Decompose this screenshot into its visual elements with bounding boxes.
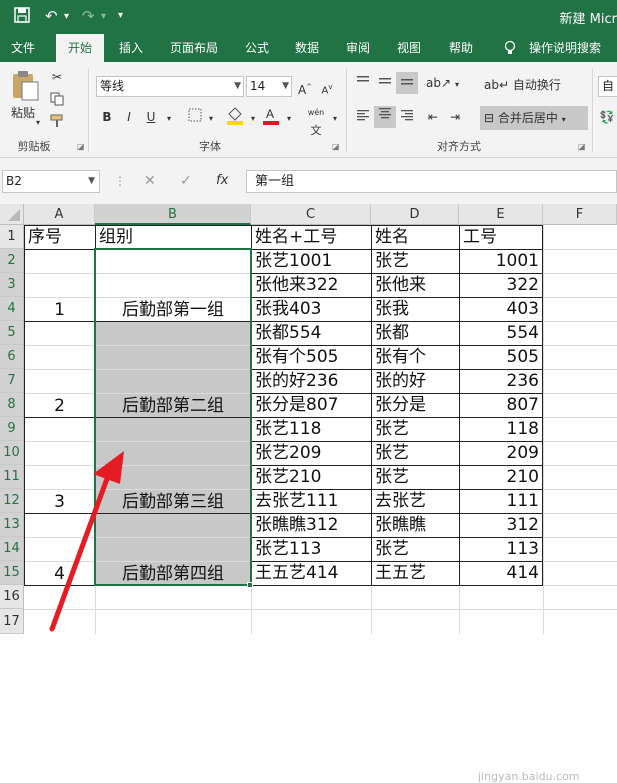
wrap-text-button[interactable]: ab↵ 自动换行: [484, 76, 561, 93]
alignment-group-label: 对齐方式: [437, 140, 481, 153]
insert-function-icon[interactable]: fx: [216, 173, 228, 188]
phonetic-label: wén: [307, 108, 325, 117]
italic-button[interactable]: I: [120, 108, 138, 126]
alignment-launcher-icon[interactable]: ◪: [578, 142, 586, 151]
fill-color-icon[interactable]: [226, 106, 244, 125]
tab-page-layout[interactable]: 页面布局: [160, 34, 228, 62]
tab-review[interactable]: 审阅: [337, 34, 379, 62]
tab-insert[interactable]: 插入: [108, 34, 154, 62]
align-top-icon[interactable]: [354, 74, 372, 92]
redo-icon[interactable]: ↷: [82, 7, 95, 25]
watermark: jingyan.baidu.com: [478, 770, 580, 783]
font-launcher-icon[interactable]: ◪: [332, 142, 340, 151]
font-name-combo[interactable]: 等线 ▼: [96, 76, 244, 97]
lightbulb-icon: [500, 34, 520, 62]
formula-bar-area: B2 ▼ ⋮ ✕ ✓ fx 第一组: [0, 158, 617, 204]
align-middle-icon[interactable]: [376, 74, 394, 92]
align-bottom-icon[interactable]: [396, 72, 418, 94]
clipboard-launcher-icon[interactable]: ◪: [77, 142, 85, 151]
tell-me-search[interactable]: 操作说明搜索: [524, 34, 606, 62]
paste-dropdown-icon[interactable]: ▾: [36, 118, 40, 127]
bold-button[interactable]: B: [98, 108, 116, 126]
phonetic-icon[interactable]: wén 文: [304, 104, 328, 137]
number-format-combo[interactable]: 自: [598, 76, 617, 97]
undo-icon[interactable]: ↶: [45, 7, 58, 25]
paste-button[interactable]: 粘贴: [11, 104, 35, 121]
undo-dropdown-icon[interactable]: ▾: [64, 11, 69, 22]
ribbon-home: 粘贴 ▾ ✂ 剪贴板 ◪ 等线 ▼ 14 ▼ A^ Av B I U ▾ ▾ ▾…: [0, 62, 617, 158]
redo-dropdown-icon[interactable]: ▾: [101, 11, 106, 22]
orientation-dropdown-icon[interactable]: ▾: [448, 76, 466, 94]
font-color-icon[interactable]: A: [262, 106, 280, 125]
chevron-down-icon: ▼: [234, 81, 241, 91]
group-divider: [346, 68, 347, 152]
orientation-icon[interactable]: ab↗: [426, 74, 451, 92]
copy-icon[interactable]: [48, 92, 66, 110]
group-divider: [88, 68, 89, 152]
wrap-text-label: 自动换行: [512, 78, 561, 92]
worksheet-grid[interactable]: A B C D E F 1 2 3 4 5 6 7 8 9 10 11 12 13 14 15 16 17 序号…: [0, 204, 617, 783]
tab-formulas[interactable]: 公式: [236, 34, 278, 62]
wrap-text-icon: ab↵: [484, 78, 510, 92]
name-box-value: B2: [6, 174, 22, 188]
name-box[interactable]: B2 ▼: [2, 170, 100, 193]
chevron-down-icon: ▼: [282, 81, 289, 91]
red-arrow-annotation: [49, 451, 124, 632]
number-format-value: 自: [602, 79, 615, 93]
merge-center-icon: ⊟: [484, 111, 495, 125]
underline-dropdown-icon[interactable]: ▾: [160, 110, 178, 128]
tab-data[interactable]: 数据: [286, 34, 328, 62]
font-name-value: 等线: [100, 79, 125, 93]
phonetic-dropdown-icon[interactable]: ▾: [326, 110, 344, 128]
tab-home[interactable]: 开始: [56, 34, 104, 62]
accounting-format-icon[interactable]: 💱: [598, 108, 616, 126]
app-title: 新建 Micr: [559, 12, 617, 27]
decrease-font-icon[interactable]: Av: [318, 78, 336, 96]
font-size-combo[interactable]: 14 ▼: [246, 76, 292, 97]
enter-icon[interactable]: ✓: [180, 173, 192, 189]
increase-indent-icon[interactable]: ⇥: [446, 108, 464, 126]
merge-center-button[interactable]: ⊟ 合并后居中 ▾: [480, 106, 588, 130]
font-color-dropdown-icon[interactable]: ▾: [280, 110, 298, 128]
align-left-icon[interactable]: [354, 108, 372, 126]
tab-file[interactable]: 文件: [0, 34, 46, 62]
align-right-icon[interactable]: [398, 108, 416, 126]
more-icon: ⋮: [114, 174, 126, 188]
increase-font-icon[interactable]: A^: [296, 78, 314, 97]
formula-input[interactable]: 第一组: [246, 170, 617, 193]
customize-quick-access-icon[interactable]: ▾: [118, 10, 123, 21]
save-icon[interactable]: [14, 7, 30, 27]
format-painter-icon[interactable]: [48, 114, 66, 132]
svg-text:A: A: [266, 107, 274, 121]
group-divider: [592, 68, 593, 152]
clipboard-group-label: 剪贴板: [17, 140, 51, 153]
font-size-value: 14: [250, 79, 266, 93]
merge-center-label: 合并后居中: [497, 111, 558, 125]
align-center-icon[interactable]: [374, 106, 396, 128]
font-group-label: 字体: [199, 140, 221, 153]
cut-icon[interactable]: ✂: [48, 68, 66, 86]
chevron-down-icon: ▼: [88, 176, 95, 186]
fill-color-dropdown-icon[interactable]: ▾: [244, 110, 262, 128]
merge-dropdown-icon: ▾: [561, 115, 566, 124]
cancel-icon[interactable]: ✕: [144, 173, 156, 189]
ribbon-tabs: 文件 开始 插入 页面布局 公式 数据 审阅 视图 帮助 操作说明搜索: [0, 34, 617, 62]
paste-icon[interactable]: [10, 70, 40, 102]
title-bar: ↶ ▾ ↷ ▾ ▾ 新建 Micr: [0, 0, 617, 34]
tab-view[interactable]: 视图: [388, 34, 430, 62]
underline-button[interactable]: U: [142, 108, 160, 126]
borders-dropdown-icon[interactable]: ▾: [202, 110, 220, 128]
tab-help[interactable]: 帮助: [440, 34, 482, 62]
decrease-indent-icon[interactable]: ⇤: [424, 108, 442, 126]
